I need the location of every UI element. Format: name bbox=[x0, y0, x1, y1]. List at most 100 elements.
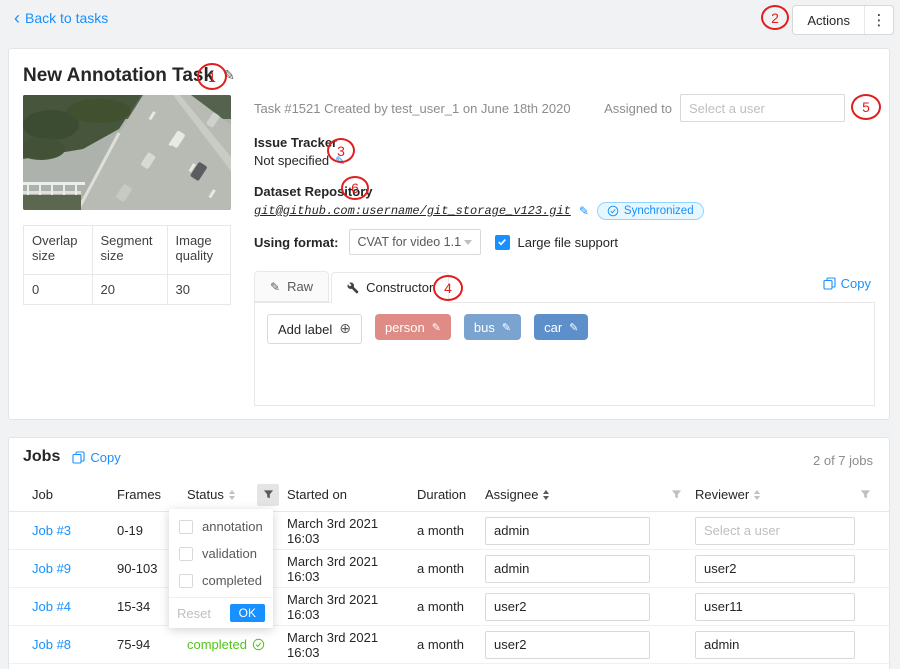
copy-icon bbox=[823, 277, 836, 290]
actions-button-label[interactable]: Actions bbox=[793, 13, 864, 28]
sync-status-label: Synchronized bbox=[624, 205, 694, 217]
reviewer-input[interactable] bbox=[695, 631, 855, 659]
edit-label-icon[interactable]: ✎ bbox=[432, 321, 441, 334]
label-tag-text: bus bbox=[474, 320, 495, 335]
annotation-circle-1: 1 bbox=[197, 63, 227, 90]
filter-option-validation[interactable]: validation bbox=[169, 540, 273, 567]
checkbox-checked-icon[interactable] bbox=[495, 235, 510, 250]
label-tag-text: person bbox=[385, 320, 425, 335]
edit-repository-icon[interactable]: ✎ bbox=[579, 204, 589, 218]
wrench-icon bbox=[347, 282, 359, 294]
format-select[interactable]: CVAT for video 1.1 bbox=[349, 229, 481, 255]
jobs-copy-link[interactable]: Copy bbox=[72, 450, 120, 465]
edit-label-icon[interactable]: ✎ bbox=[502, 321, 511, 334]
label-tag-text: car bbox=[544, 320, 562, 335]
reviewer-input[interactable] bbox=[695, 593, 855, 621]
job-link[interactable]: Job #8 bbox=[32, 637, 71, 652]
filter-ok-button[interactable]: OK bbox=[230, 604, 265, 622]
back-link-label: Back to tasks bbox=[25, 10, 108, 26]
assignee-input[interactable] bbox=[485, 517, 650, 545]
checkbox-unchecked[interactable] bbox=[179, 520, 193, 534]
task-meta-line: Task #1521 Created by test_user_1 on Jun… bbox=[254, 101, 571, 116]
param-header: Image quality bbox=[167, 226, 230, 275]
add-label-button-text: Add label bbox=[278, 322, 332, 337]
assignee-filter-icon[interactable] bbox=[665, 484, 687, 506]
checkbox-unchecked[interactable] bbox=[179, 574, 193, 588]
back-chevron-icon: ‹ bbox=[14, 11, 20, 25]
jobs-table: Job Frames Status Started on Duration As… bbox=[9, 478, 889, 664]
param-value-segment: 20 bbox=[92, 275, 167, 305]
large-file-support-checkbox-row[interactable]: Large file support bbox=[495, 235, 618, 250]
task-preview-image bbox=[23, 95, 231, 210]
pencil-icon: ✎ bbox=[270, 280, 280, 294]
reviewer-input[interactable] bbox=[695, 517, 855, 545]
column-frames: Frames bbox=[109, 487, 179, 502]
issue-tracker-value: Not specified bbox=[254, 153, 329, 168]
reviewer-input[interactable] bbox=[695, 555, 855, 583]
filter-option-completed[interactable]: completed bbox=[169, 567, 273, 594]
column-label[interactable]: Assignee bbox=[485, 487, 538, 502]
param-value-quality: 30 bbox=[167, 275, 230, 305]
tab-raw-label: Raw bbox=[287, 279, 313, 294]
param-header: Segment size bbox=[92, 226, 167, 275]
column-status: Status bbox=[179, 484, 279, 506]
filter-option-label: completed bbox=[202, 573, 262, 588]
job-row: Job #8 75-94 completed March 3rd 2021 16… bbox=[9, 626, 889, 664]
assignee-input[interactable] bbox=[485, 631, 650, 659]
sync-status-badge: Synchronized bbox=[597, 202, 704, 220]
job-link[interactable]: Job #3 bbox=[32, 523, 71, 538]
jobs-count: 2 of 7 jobs bbox=[813, 453, 873, 468]
back-to-tasks-link[interactable]: ‹ Back to tasks bbox=[14, 10, 108, 26]
sort-icon[interactable] bbox=[754, 490, 760, 500]
column-duration: Duration bbox=[409, 487, 477, 502]
using-format-label: Using format: bbox=[254, 235, 339, 250]
checkbox-unchecked[interactable] bbox=[179, 547, 193, 561]
add-label-button[interactable]: Add label ⊕ bbox=[267, 314, 362, 344]
reviewer-filter-icon[interactable] bbox=[854, 484, 876, 506]
filter-reset-button[interactable]: Reset bbox=[177, 606, 211, 621]
labels-copy-link[interactable]: Copy bbox=[823, 276, 871, 291]
actions-button[interactable]: Actions ⋮ bbox=[792, 5, 894, 35]
job-row: Job #4 15-34 March 3rd 2021 16:03 a mont… bbox=[9, 588, 889, 626]
job-frames: 75-94 bbox=[109, 637, 179, 652]
jobs-title: Jobs bbox=[23, 448, 60, 466]
column-label[interactable]: Status bbox=[187, 487, 224, 502]
tab-raw[interactable]: ✎ Raw bbox=[254, 271, 329, 302]
label-tag-bus[interactable]: bus ✎ bbox=[464, 314, 521, 340]
labels-tabbar: ✎ Raw Constructor Copy bbox=[254, 270, 875, 303]
job-duration: a month bbox=[409, 561, 477, 576]
assignee-input[interactable] bbox=[485, 593, 650, 621]
job-duration: a month bbox=[409, 599, 477, 614]
plus-circle-icon: ⊕ bbox=[339, 321, 351, 337]
sort-icon[interactable] bbox=[229, 490, 235, 500]
sort-icon[interactable] bbox=[543, 490, 549, 500]
filter-option-label: validation bbox=[202, 546, 257, 561]
annotation-circle-2: 2 bbox=[761, 5, 789, 30]
job-link[interactable]: Job #4 bbox=[32, 599, 71, 614]
column-label[interactable]: Reviewer bbox=[695, 487, 749, 502]
column-started: Started on bbox=[279, 487, 409, 502]
job-duration: a month bbox=[409, 523, 477, 538]
edit-label-icon[interactable]: ✎ bbox=[569, 321, 578, 334]
annotation-circle-5: 5 bbox=[851, 94, 881, 120]
job-status-completed: completed bbox=[187, 637, 265, 652]
copy-label: Copy bbox=[90, 450, 120, 465]
repository-url[interactable]: git@github.com:username/git_storage_v123… bbox=[254, 204, 571, 218]
status-filter-icon[interactable] bbox=[257, 484, 279, 506]
column-reviewer: Reviewer bbox=[687, 484, 876, 506]
filter-option-annotation[interactable]: annotation bbox=[169, 513, 273, 540]
annotation-circle-3: 3 bbox=[327, 138, 355, 163]
tab-constructor-label: Constructor bbox=[366, 280, 433, 295]
assignee-select-input[interactable] bbox=[680, 94, 845, 122]
assignee-input[interactable] bbox=[485, 555, 650, 583]
task-details-card: New Annotation Task ✎ bbox=[8, 48, 890, 420]
tab-constructor[interactable]: Constructor bbox=[331, 272, 449, 303]
kebab-menu-icon[interactable]: ⋮ bbox=[865, 11, 893, 29]
task-parameters-table: Overlap size Segment size Image quality … bbox=[23, 225, 231, 305]
label-tag-person[interactable]: person ✎ bbox=[375, 314, 451, 340]
format-select-value: CVAT for video 1.1 bbox=[358, 235, 462, 249]
check-circle-icon bbox=[607, 205, 619, 217]
job-link[interactable]: Job #9 bbox=[32, 561, 71, 576]
label-tag-car[interactable]: car ✎ bbox=[534, 314, 588, 340]
job-started: March 3rd 2021 16:03 bbox=[279, 630, 409, 660]
